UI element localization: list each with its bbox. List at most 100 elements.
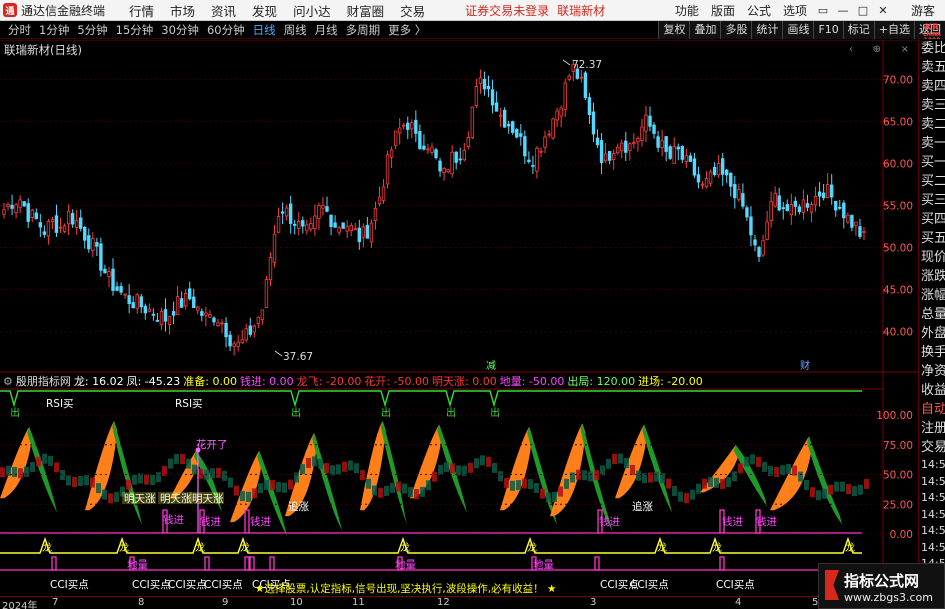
- menu-zixun[interactable]: 资讯: [211, 1, 236, 20]
- band-segment: [228, 477, 233, 488]
- side-item[interactable]: 买三: [919, 191, 945, 210]
- side-item[interactable]: 自动: [919, 400, 945, 419]
- candle-body: [652, 124, 656, 134]
- candle-body: [644, 114, 648, 132]
- candle-body: [789, 204, 794, 216]
- menu-xuanxiang[interactable]: 选项: [783, 2, 807, 19]
- menu-banmian[interactable]: 版面: [711, 2, 735, 19]
- period-15min[interactable]: 15分钟: [116, 22, 154, 38]
- band-segment: [828, 484, 833, 495]
- side-item[interactable]: 卖三: [919, 96, 945, 115]
- close-icon[interactable]: ✕: [873, 4, 893, 17]
- side-item[interactable]: 买四: [919, 210, 945, 229]
- menu-gongshi[interactable]: 公式: [747, 2, 771, 19]
- side-item[interactable]: 卖五: [919, 58, 945, 77]
- biaoji-button[interactable]: 标记: [842, 21, 874, 39]
- side-item[interactable]: 现价: [919, 248, 945, 267]
- candle-body: [620, 142, 624, 152]
- band-segment: [822, 488, 827, 499]
- candle-body: [793, 200, 798, 207]
- fuquan-button[interactable]: 复权: [658, 21, 690, 39]
- kline-chart[interactable]: 70.00 65.00 60.00 55.00 50.00 45.00 40.00 72.3…: [0, 40, 918, 596]
- side-item[interactable]: 涨跌: [919, 267, 945, 286]
- period-more[interactable]: 更多 〉: [388, 22, 426, 38]
- side-item[interactable]: 换手: [919, 343, 945, 362]
- side-item[interactable]: 买五: [919, 229, 945, 248]
- period-daily[interactable]: 日线: [253, 22, 276, 38]
- side-item[interactable]: 净资: [919, 362, 945, 381]
- side-item[interactable]: 委比: [919, 39, 945, 58]
- period-30min[interactable]: 30分钟: [161, 22, 199, 38]
- candle-body: [603, 153, 608, 162]
- band-segment: [744, 456, 749, 467]
- band-segment: [18, 468, 23, 479]
- band-segment: [288, 479, 293, 490]
- tool-buttons: 复权 叠加 多股 统计 画线 F10 标记 +自选 返回: [658, 21, 945, 39]
- add-icon[interactable]: ⊕: [873, 44, 881, 55]
- band-segment: [720, 478, 725, 489]
- side-item[interactable]: 外盘: [919, 324, 945, 343]
- period-weekly[interactable]: 周线: [284, 22, 307, 38]
- candle-body: [349, 225, 353, 232]
- period-toolbar: 分时 1分钟 5分钟 15分钟 30分钟 60分钟 日线 周线 月线 多周期 更…: [0, 21, 945, 39]
- tongji-button[interactable]: 统计: [751, 21, 783, 39]
- band-segment: [426, 480, 431, 491]
- marker-jian[interactable]: 减: [486, 360, 496, 372]
- period-5min[interactable]: 5分钟: [77, 22, 107, 38]
- candle-body: [733, 184, 737, 199]
- date-label: 10: [290, 597, 303, 608]
- side-item[interactable]: 交易: [919, 438, 945, 457]
- side-item[interactable]: 卖四: [919, 77, 945, 96]
- exit-signal-label: 出: [10, 406, 20, 419]
- candle-body: [167, 316, 172, 325]
- period-monthly[interactable]: 月线: [315, 22, 338, 38]
- menu-gongneng[interactable]: 功能: [675, 2, 699, 19]
- guest-button[interactable]: 游客: [911, 2, 935, 19]
- band-segment: [564, 478, 569, 489]
- side-item[interactable]: 总量: [919, 305, 945, 324]
- cci-buy-label-3: CCI买点: [168, 579, 207, 591]
- menu-jiaoyi[interactable]: 交易: [400, 1, 425, 20]
- side-item[interactable]: 注册: [919, 419, 945, 438]
- candle-body: [757, 247, 761, 257]
- period-multi[interactable]: 多周期: [346, 22, 381, 38]
- menu-wenxiaoda[interactable]: 问小达: [293, 1, 331, 20]
- indicator-name[interactable]: 殷朋指标网: [16, 373, 71, 389]
- volume-spike: [204, 556, 210, 571]
- f10-button[interactable]: F10: [813, 21, 843, 39]
- indicator-value: 明天涨: 0.00: [432, 375, 497, 388]
- login-status[interactable]: 证券交易未登录: [465, 2, 549, 19]
- diejia-button[interactable]: 叠加: [689, 21, 721, 39]
- period-1min[interactable]: 1分钟: [39, 22, 69, 38]
- candle-body: [232, 343, 236, 347]
- menu-faxian[interactable]: 发现: [252, 1, 277, 20]
- minimize-icon[interactable]: —: [833, 4, 853, 17]
- collapse-icon[interactable]: ‹: [849, 44, 853, 55]
- side-item[interactable]: 收益: [919, 381, 945, 400]
- stock-link[interactable]: 联瑞新材: [557, 2, 605, 19]
- indicator-panel: 出 出 出 出 出龙 龙 龙 龙 龙 龙 龙 龙 龙: [0, 390, 869, 571]
- duogu-button[interactable]: 多股: [720, 21, 752, 39]
- zhuizhang-label-2: 追涨: [632, 500, 653, 513]
- restore-icon[interactable]: ▭: [813, 4, 833, 17]
- huaxian-button[interactable]: 画线: [782, 21, 814, 39]
- period-60min[interactable]: 60分钟: [207, 22, 245, 38]
- close-icon[interactable]: ×: [901, 44, 909, 55]
- maximize-icon[interactable]: □: [853, 4, 873, 17]
- marker-cai[interactable]: 财: [800, 359, 810, 372]
- side-item[interactable]: 卖一: [919, 134, 945, 153]
- side-item[interactable]: 买一: [919, 153, 945, 172]
- side-item[interactable]: 涨幅: [919, 286, 945, 305]
- gear-icon[interactable]: ⚙: [3, 375, 13, 388]
- menu-hangqing[interactable]: 行情: [129, 1, 154, 20]
- money-spike: [244, 509, 250, 534]
- side-item[interactable]: 卖二: [919, 115, 945, 134]
- band-segment: [384, 485, 389, 496]
- price-tick-label: 55.00: [883, 201, 913, 213]
- period-fenshi[interactable]: 分时: [8, 22, 31, 38]
- menu-caifuquan[interactable]: 财富圈: [347, 1, 385, 20]
- add-watchlist-button[interactable]: +自选: [873, 21, 914, 39]
- side-item[interactable]: 买二: [919, 172, 945, 191]
- menu-shichang[interactable]: 市场: [170, 1, 195, 20]
- band-segment: [864, 478, 869, 489]
